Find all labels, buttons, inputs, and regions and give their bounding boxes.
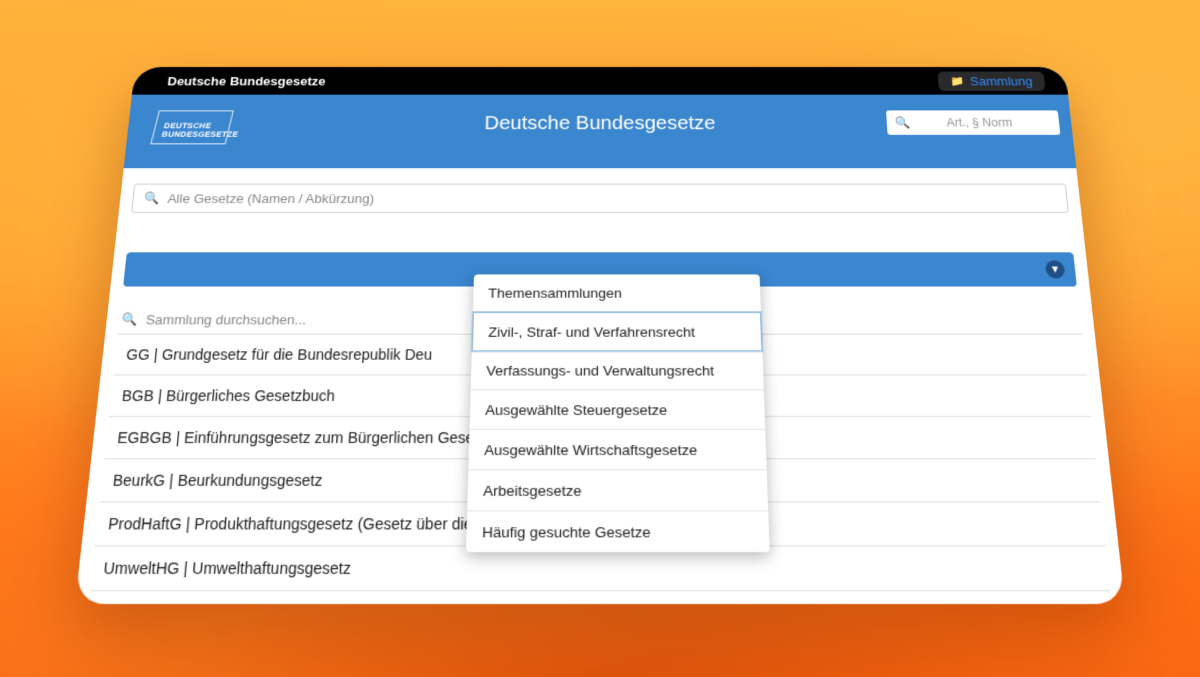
menu-item[interactable]: Ausgewählte Wirtschaftsgesetze <box>468 429 767 471</box>
norm-search-placeholder: Art., § Norm <box>945 116 1013 130</box>
menu-item-label: Themensammlungen <box>488 285 622 301</box>
law-label: BeurkG | Beurkundungsgesetz <box>112 471 323 490</box>
sammlung-button-label: Sammlung <box>969 73 1034 88</box>
menu-item-label: Ausgewählte Wirtschaftsgesetze <box>484 441 698 458</box>
chevron-down-icon[interactable]: ▼ <box>1044 260 1066 279</box>
sammlung-button[interactable]: 📁 Sammlung <box>937 71 1046 91</box>
search-icon: 🔍 <box>894 116 911 130</box>
collection-search-placeholder: Sammlung durchsuchen... <box>145 311 307 327</box>
collection-dropdown-menu: Themensammlungen Zivil-, Straf- und Verf… <box>466 274 770 553</box>
app-header: DEUTSCHE BUNDESGESETZE Deutsche Bundesge… <box>123 94 1077 169</box>
menu-item[interactable]: Arbeitsgesetze <box>467 470 769 512</box>
list-item[interactable]: UmweltHG | Umwelthaftungsgesetz <box>89 546 1111 592</box>
menu-item-label: Verfassungs- und Verwaltungsrecht <box>486 362 715 379</box>
menu-item[interactable]: Ausgewählte Steuergesetze <box>469 390 766 430</box>
search-icon: 🔍 <box>120 312 139 327</box>
menu-item[interactable]: Themensammlungen <box>472 274 761 313</box>
search-icon: 🔍 <box>143 191 161 205</box>
law-label: BGB | Bürgerliches Gesetzbuch <box>121 387 336 405</box>
menu-item-label: Arbeitsgesetze <box>482 481 582 499</box>
folder-icon: 📁 <box>949 75 965 87</box>
law-label: EGBGB | Einführungsgesetz zum Bürgerlich… <box>116 428 528 447</box>
law-label: UmweltHG | Umwelthaftungsgesetz <box>102 558 352 578</box>
law-label: GG | Grundgesetz für die Bundesrepublik … <box>125 346 433 363</box>
menu-item-label: Zivil-, Straf- und Verfahrensrecht <box>488 323 696 340</box>
title-bar: Deutsche Bundesgesetze 📁 Sammlung <box>131 67 1069 95</box>
menu-item-selected[interactable]: Zivil-, Straf- und Verfahrensrecht <box>471 312 763 352</box>
law-search-input[interactable]: 🔍 Alle Gesetze (Namen / Abkürzung) <box>131 183 1069 213</box>
window-title: Deutsche Bundesgesetze <box>166 73 327 88</box>
menu-item-label: Ausgewählte Steuergesetze <box>485 401 668 418</box>
app-window: Deutsche Bundesgesetze 📁 Sammlung DEUTSC… <box>74 67 1126 605</box>
norm-search-input[interactable]: 🔍 Art., § Norm <box>885 110 1061 135</box>
menu-item[interactable]: Verfassungs- und Verwaltungsrecht <box>470 351 764 391</box>
perspective-stage: Deutsche Bundesgesetze 📁 Sammlung DEUTSC… <box>0 0 1200 677</box>
menu-item[interactable]: Häufig gesuchte Gesetze <box>466 511 770 552</box>
law-search-placeholder: Alle Gesetze (Namen / Abkürzung) <box>167 190 375 206</box>
main-content: 🔍 Alle Gesetze (Namen / Abkürzung) ▼ 🔍 S… <box>76 183 1123 592</box>
menu-item-label: Häufig gesuchte Gesetze <box>481 523 651 541</box>
